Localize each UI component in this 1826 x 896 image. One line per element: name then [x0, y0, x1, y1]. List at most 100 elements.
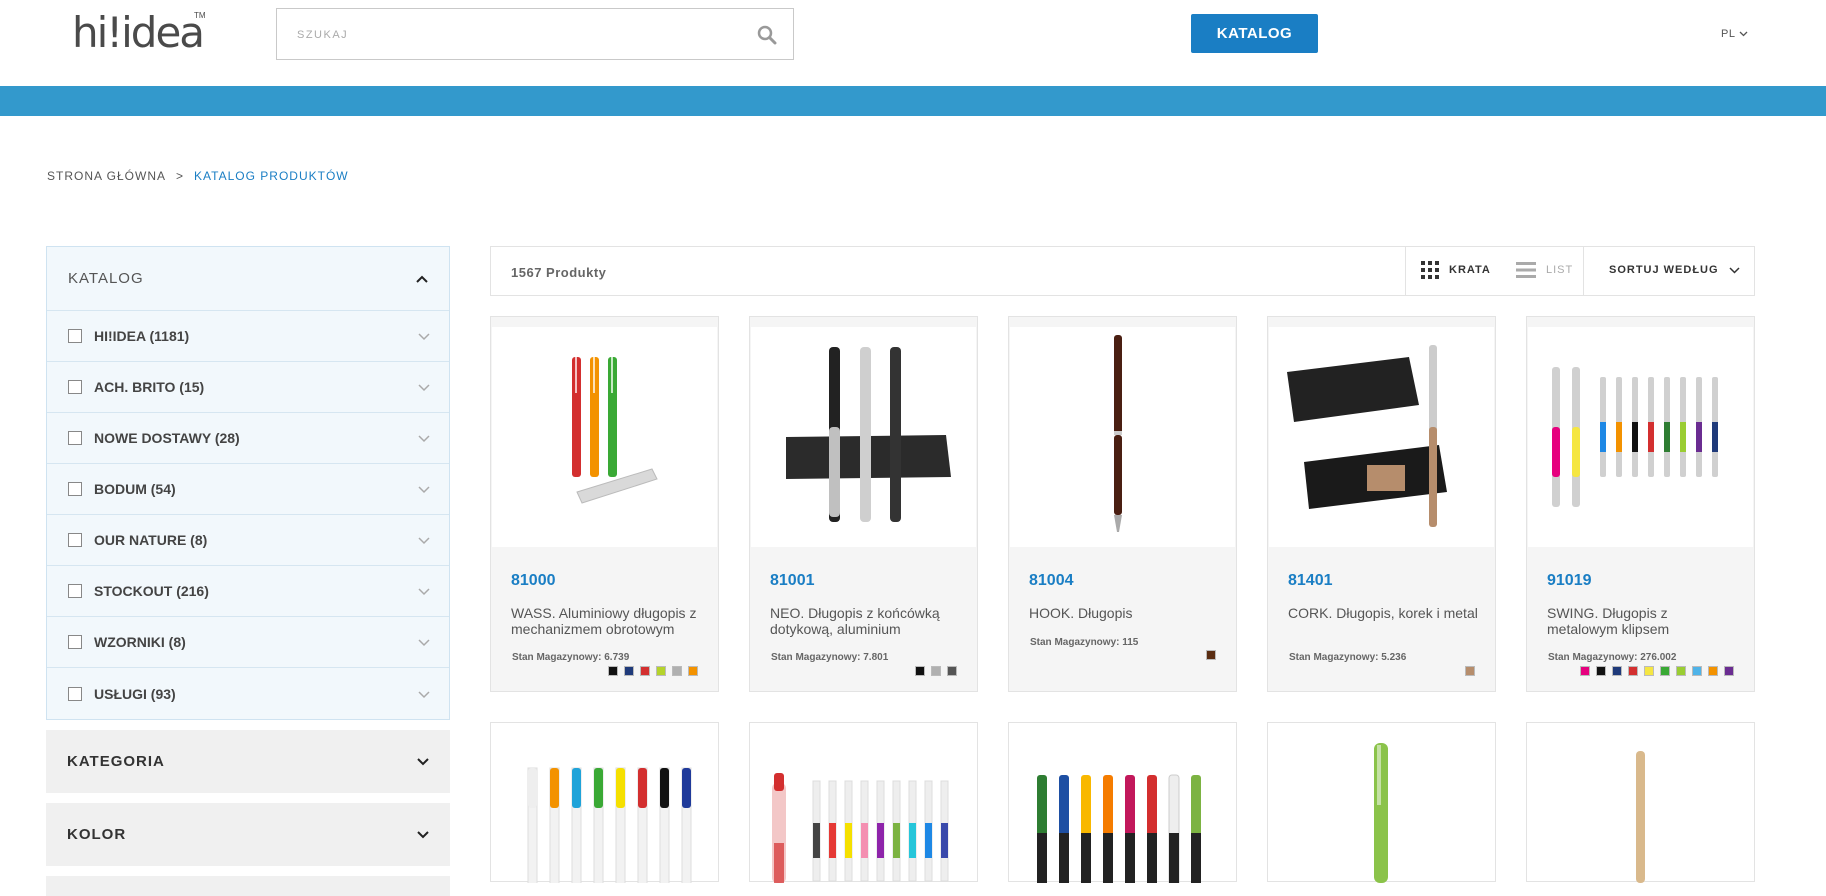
- color-swatch[interactable]: [1676, 666, 1686, 676]
- color-swatch[interactable]: [672, 666, 682, 676]
- grid-view-toggle[interactable]: KRATA: [1421, 261, 1491, 279]
- color-swatch[interactable]: [656, 666, 666, 676]
- filter-item-ach-brito[interactable]: ACH. BRITO (15): [47, 362, 449, 413]
- product-name[interactable]: WASS. Aluminiowy długopis z mechanizmem …: [511, 605, 701, 637]
- color-swatch[interactable]: [1628, 666, 1638, 676]
- search-box: [276, 8, 794, 60]
- chevron-down-icon[interactable]: [417, 533, 431, 547]
- product-card[interactable]: [1267, 722, 1496, 883]
- color-swatch[interactable]: [1692, 666, 1702, 676]
- color-swatch[interactable]: [1644, 666, 1654, 676]
- category-filter-header[interactable]: KATEGORIA: [46, 730, 450, 793]
- sort-dropdown[interactable]: SORTUJ WEDŁUG: [1609, 264, 1740, 276]
- language-selector[interactable]: PL: [1721, 28, 1748, 40]
- chevron-down-icon[interactable]: [417, 482, 431, 496]
- filter-checkbox[interactable]: [68, 482, 82, 496]
- toolbar-divider: [1583, 247, 1584, 295]
- catalog-filter-title: KATALOG: [68, 270, 144, 287]
- product-name[interactable]: SWING. Długopis z metalowym klipsem: [1547, 605, 1737, 637]
- filter-checkbox[interactable]: [68, 686, 82, 701]
- search-icon[interactable]: [757, 25, 777, 45]
- pen-image: [1552, 367, 1718, 507]
- filter-item-wzorniki[interactable]: WZORNIKI (8): [47, 617, 449, 668]
- product-image[interactable]: [1528, 327, 1753, 547]
- color-swatch[interactable]: [1580, 666, 1590, 676]
- chevron-down-icon[interactable]: [417, 431, 431, 445]
- color-swatch[interactable]: [1660, 666, 1670, 676]
- product-card[interactable]: 81001 NEO. Długopis z końcówką dotykową,…: [749, 316, 978, 692]
- filter-item-stockout[interactable]: STOCKOUT (216): [47, 566, 449, 617]
- product-card[interactable]: 81000 WASS. Aluminiowy długopis z mechan…: [490, 316, 719, 692]
- product-name[interactable]: CORK. Długopis, korek i metal: [1288, 605, 1478, 621]
- product-code[interactable]: 91019: [1547, 572, 1592, 590]
- breadcrumb-home-link[interactable]: STRONA GŁÓWNA: [47, 169, 166, 183]
- product-card[interactable]: [749, 722, 978, 883]
- catalog-button[interactable]: KATALOG: [1191, 14, 1318, 53]
- stock-level: Stan Magazynowy: 6.739: [512, 652, 630, 663]
- breadcrumb-separator: >: [176, 169, 185, 183]
- product-code[interactable]: 81001: [770, 572, 815, 590]
- product-card[interactable]: 91019 SWING. Długopis z metalowym klipse…: [1526, 316, 1755, 692]
- product-card[interactable]: 81401 CORK. Długopis, korek i metal Stan…: [1267, 316, 1496, 692]
- filter-checkbox[interactable]: [68, 380, 82, 394]
- pen-image: [572, 357, 658, 504]
- color-swatch[interactable]: [640, 666, 650, 676]
- chevron-down-icon: [417, 757, 429, 765]
- filter-item-label: WZORNIKI (8): [94, 634, 186, 650]
- filter-item-label: ACH. BRITO (15): [94, 379, 205, 395]
- color-swatch[interactable]: [1708, 666, 1718, 676]
- pen-image: [1287, 345, 1447, 527]
- product-card[interactable]: [490, 722, 719, 889]
- color-swatch[interactable]: [1612, 666, 1622, 676]
- color-filter-header[interactable]: KOLOR: [46, 803, 450, 866]
- product-image[interactable]: [1010, 327, 1235, 547]
- chevron-down-icon[interactable]: [417, 687, 431, 701]
- filter-checkbox[interactable]: [68, 533, 82, 547]
- color-swatch[interactable]: [608, 666, 618, 676]
- color-swatch[interactable]: [688, 666, 698, 676]
- chevron-down-icon[interactable]: [417, 329, 431, 343]
- product-image[interactable]: [492, 327, 717, 547]
- color-swatch[interactable]: [915, 666, 925, 676]
- color-swatch[interactable]: [1206, 650, 1216, 660]
- product-card[interactable]: [1008, 722, 1237, 886]
- filter-item-uslugi[interactable]: USŁUGI (93): [47, 668, 449, 719]
- product-image[interactable]: [751, 327, 976, 547]
- filter-checkbox[interactable]: [68, 635, 82, 649]
- color-swatch[interactable]: [624, 666, 634, 676]
- product-code[interactable]: 81401: [1288, 572, 1333, 590]
- chevron-down-icon[interactable]: [417, 584, 431, 598]
- filter-checkbox[interactable]: [68, 329, 82, 343]
- chevron-down-icon: [1729, 266, 1740, 274]
- product-card[interactable]: [1526, 722, 1755, 883]
- filter-item-our-nature[interactable]: OUR NATURE (8): [47, 515, 449, 566]
- filter-checkbox[interactable]: [68, 584, 82, 598]
- product-name[interactable]: HOOK. Długopis: [1029, 605, 1219, 621]
- pen-image: [1037, 774, 1201, 886]
- chevron-up-icon: [416, 275, 428, 283]
- search-input[interactable]: [297, 23, 717, 47]
- sort-label: SORTUJ WEDŁUG: [1609, 264, 1719, 276]
- list-view-toggle[interactable]: LIST: [1516, 261, 1573, 279]
- color-swatch[interactable]: [1465, 666, 1475, 676]
- color-swatch[interactable]: [931, 666, 941, 676]
- filter-item-label: USŁUGI (93): [94, 685, 176, 702]
- color-swatch[interactable]: [1724, 666, 1734, 676]
- product-code[interactable]: 81004: [1029, 572, 1074, 590]
- product-image[interactable]: [1269, 327, 1494, 547]
- filter-item-nowe-dostawy[interactable]: NOWE DOSTAWY (28): [47, 413, 449, 464]
- filter-item-bodum[interactable]: BODUM (54): [47, 464, 449, 515]
- chevron-down-icon[interactable]: [417, 635, 431, 649]
- hiidea-logo[interactable]: hi!idea TM: [72, 8, 206, 58]
- color-swatches: [915, 666, 957, 676]
- product-card[interactable]: 81004 HOOK. Długopis Stan Magazynowy: 11…: [1008, 316, 1237, 692]
- chevron-down-icon[interactable]: [417, 380, 431, 394]
- color-swatch[interactable]: [1596, 666, 1606, 676]
- color-swatch[interactable]: [947, 666, 957, 676]
- filter-checkbox[interactable]: [68, 431, 82, 445]
- filter-item-hiidea[interactable]: HI!IDEA (1181): [47, 311, 449, 362]
- product-name[interactable]: NEO. Długopis z końcówką dotykową, alumi…: [770, 605, 960, 637]
- product-code[interactable]: 81000: [511, 572, 556, 590]
- breadcrumb: STRONA GŁÓWNA > KATALOG PRODUKTÓW: [47, 169, 349, 183]
- catalog-filter-header[interactable]: KATALOG: [47, 247, 449, 311]
